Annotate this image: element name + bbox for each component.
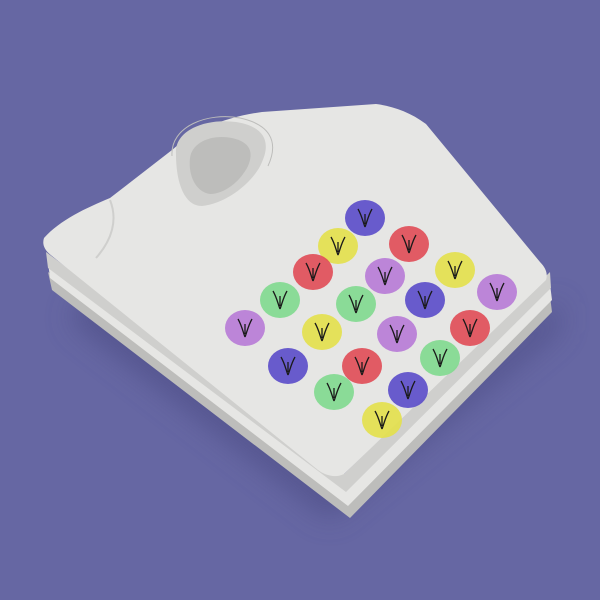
print-dot xyxy=(420,340,460,376)
print-dot xyxy=(293,254,333,290)
print-dot xyxy=(477,274,517,310)
print-dot xyxy=(268,348,308,384)
print-dot xyxy=(362,402,402,438)
print-dot xyxy=(435,252,475,288)
print-dot xyxy=(314,374,354,410)
print-dot xyxy=(336,286,376,322)
print-dot xyxy=(377,316,417,352)
print-dot xyxy=(225,310,265,346)
product-photo xyxy=(0,0,600,600)
print-dot xyxy=(302,314,342,350)
print-dot xyxy=(342,348,382,384)
print-dot xyxy=(345,200,385,236)
print-dot xyxy=(389,226,429,262)
print-dot xyxy=(405,282,445,318)
print-dot xyxy=(450,310,490,346)
folded-tshirt-scene xyxy=(0,0,600,600)
print-dot xyxy=(365,258,405,294)
print-dot xyxy=(388,372,428,408)
print-dot xyxy=(260,282,300,318)
